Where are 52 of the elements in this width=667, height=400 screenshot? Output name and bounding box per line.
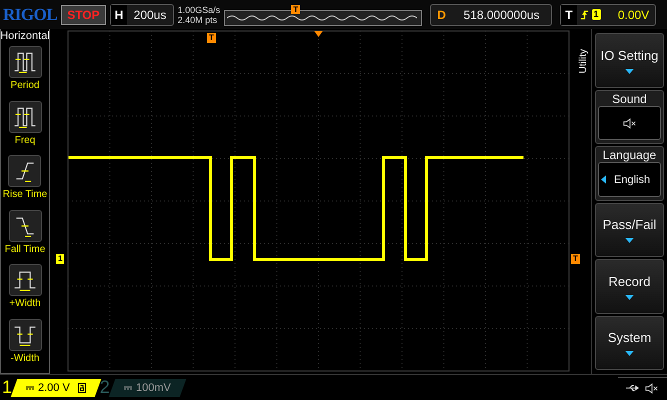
dc-coupling-icon [26, 386, 34, 390]
measure-button[interactable] [8, 210, 42, 242]
trigger-position-marker: T [207, 33, 216, 44]
measure-button[interactable] [8, 264, 42, 296]
menu-title: Utility [578, 49, 590, 76]
measure-button[interactable] [8, 155, 42, 188]
submenu-button[interactable]: IO Setting [595, 33, 664, 88]
submenu-button[interactable]: Record [595, 259, 664, 314]
trigger-label: T [561, 4, 577, 25]
speaker-muted-icon [645, 382, 659, 394]
channel-scale: 100mV [136, 382, 171, 394]
sample-rate: 1.00GSa/s [178, 4, 220, 15]
bandwidth-limit-icon [78, 382, 86, 393]
sound-toggle[interactable] [598, 106, 661, 140]
timebase-value: 200us [132, 8, 168, 22]
delay-label: D [436, 8, 447, 22]
submenu-button[interactable]: Pass/Fail [595, 202, 664, 258]
caret-icon [625, 68, 634, 74]
channel-offset-marker: 1 [56, 254, 64, 264]
menu-title: Horizontal [0, 30, 50, 42]
measure-label: -Width [10, 352, 40, 364]
left-caret-icon [601, 175, 606, 184]
trigger-level-value: 0.00V [616, 8, 650, 22]
measure-label: Rise Time [2, 189, 48, 200]
brand-logo-text: RIGOL [3, 4, 58, 25]
measure-label: Fall Time [4, 244, 46, 255]
overview-wave-icon [227, 14, 418, 22]
memory-depth: 2.40M pts [178, 14, 218, 25]
language-select[interactable]: English [598, 162, 661, 197]
trigger-position-arrow-icon [314, 31, 323, 38]
trigger-position-marker: T [291, 4, 300, 14]
measure-button[interactable] [8, 46, 42, 78]
timebase-label: H [110, 4, 128, 25]
measure-label: +Width [9, 298, 41, 310]
setting-label: Language [602, 148, 656, 162]
measure-label: Period [10, 80, 40, 92]
measure-button[interactable] [8, 318, 42, 351]
trigger-level-marker: T [571, 254, 580, 264]
delay-value: 518.000000us [462, 8, 541, 22]
usb-icon [626, 384, 640, 392]
measure-button[interactable] [8, 100, 42, 133]
channel-scale: 2.00 V [38, 382, 70, 394]
measure-label: Freq [14, 134, 36, 146]
rising-edge-icon [580, 8, 589, 21]
caret-icon [625, 238, 634, 244]
caret-icon [625, 294, 634, 300]
setting-label: Sound [612, 92, 647, 106]
trigger-source-badge: 1 [592, 9, 601, 20]
caret-icon [625, 351, 634, 356]
dc-coupling-icon [124, 386, 132, 390]
submenu-button[interactable]: System [595, 316, 664, 370]
speaker-muted-icon [622, 118, 636, 129]
